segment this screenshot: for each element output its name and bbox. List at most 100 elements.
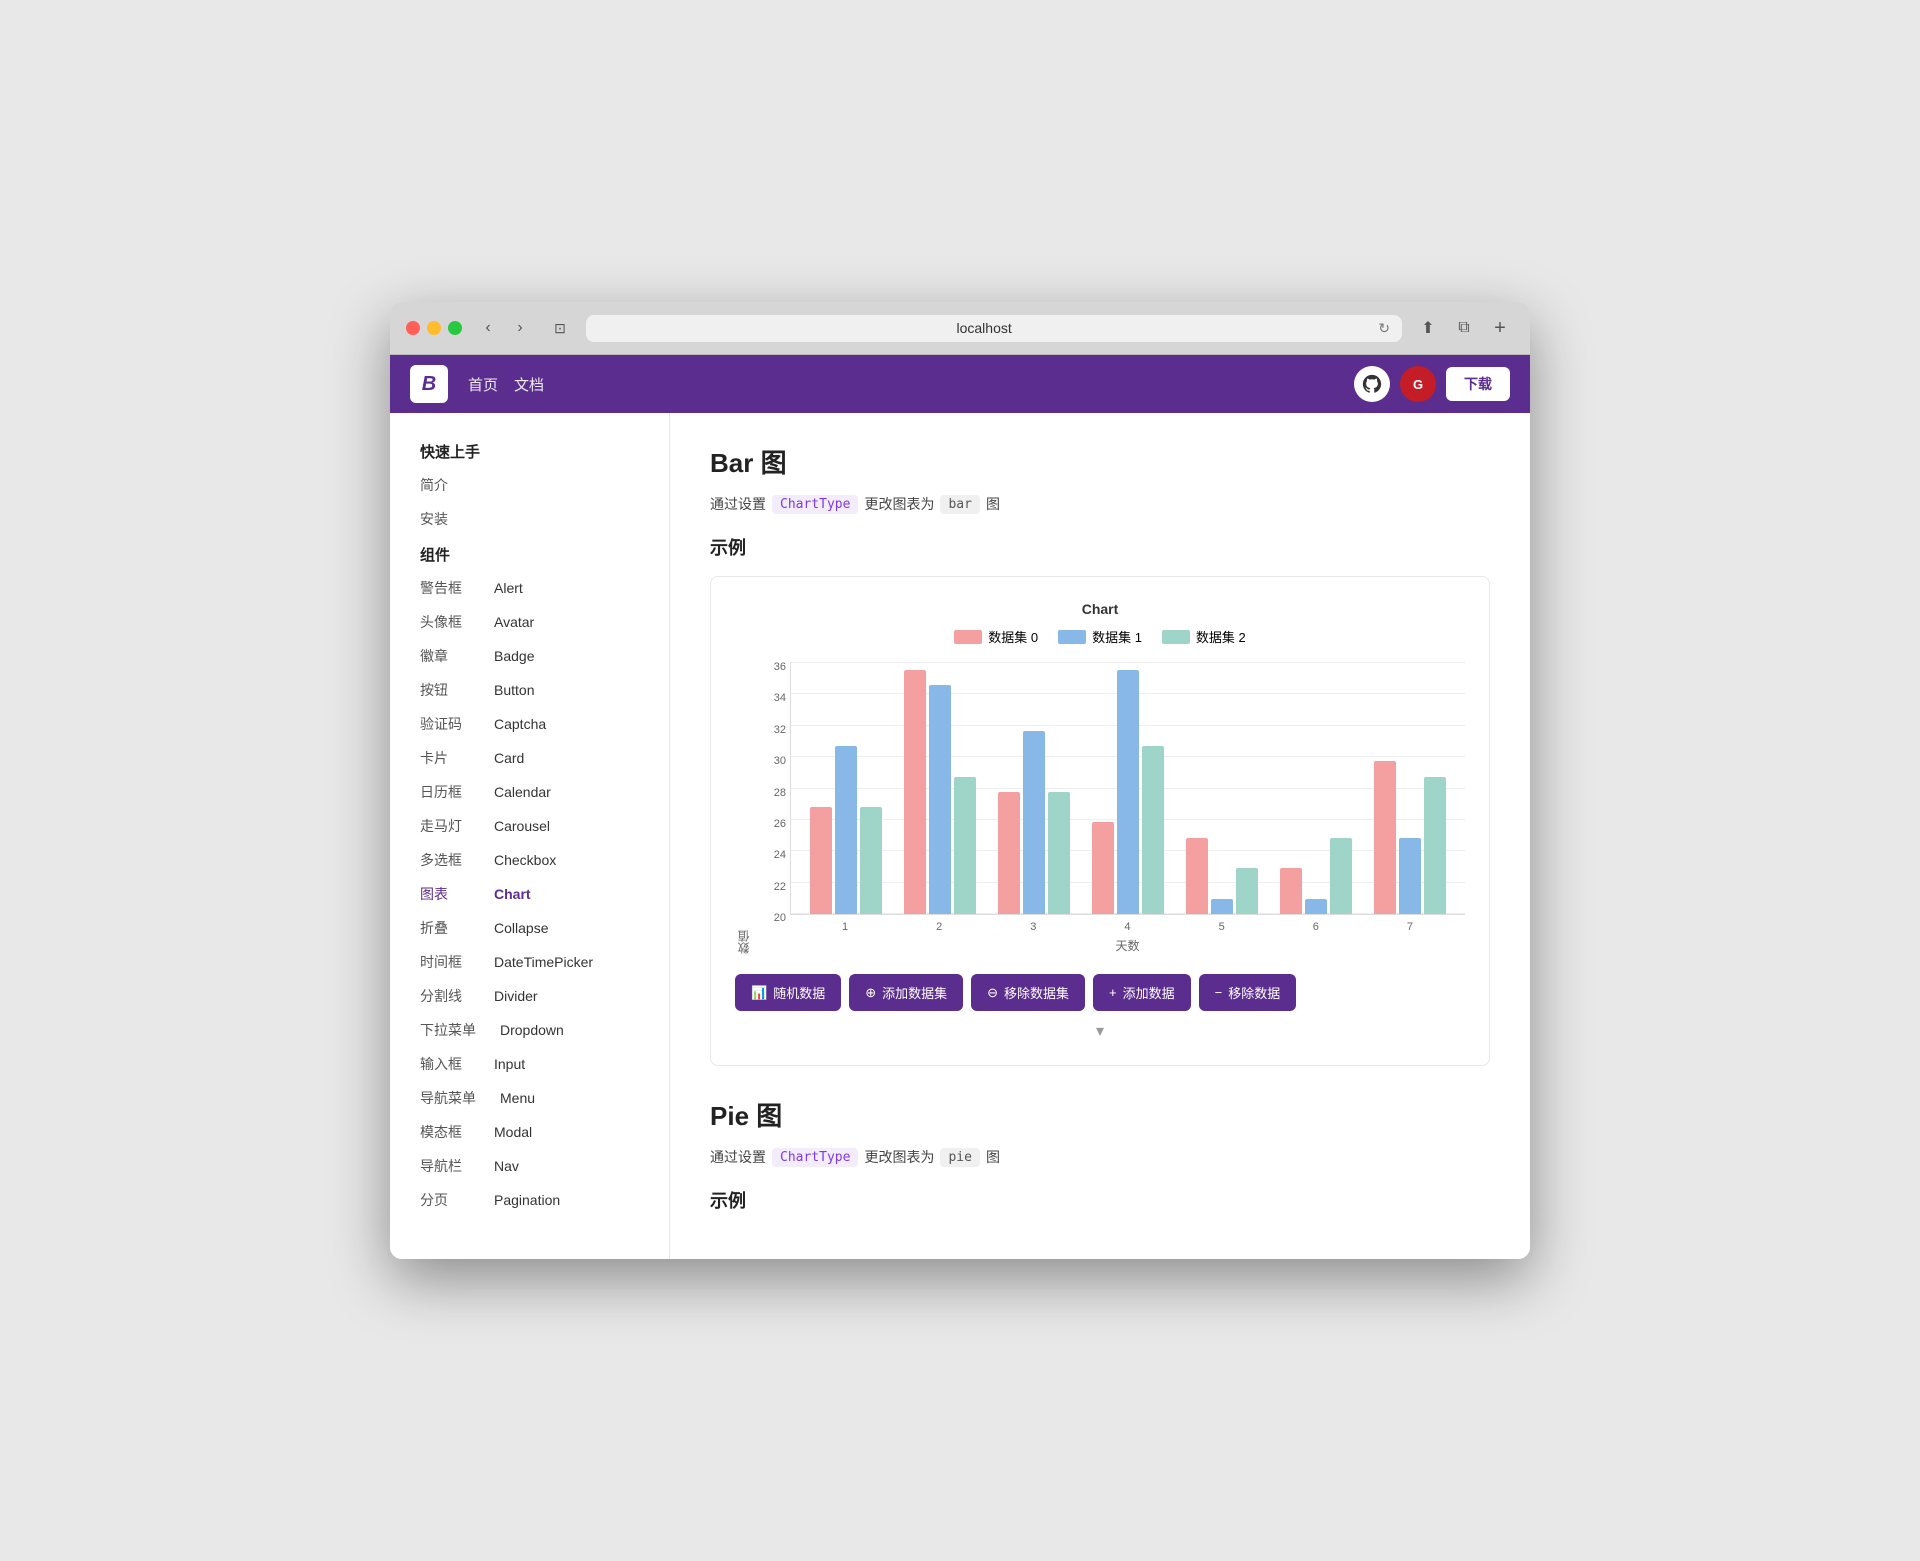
nav-arrows: ‹ › (474, 314, 534, 342)
bar (1236, 868, 1258, 914)
remove-data-button[interactable]: − 移除数据 (1199, 974, 1297, 1011)
app-body: 快速上手 简介 安装 组件 警告框 Alert 头像框 Avatar 徽章 (390, 413, 1530, 1259)
add-dataset-icon: ⊕ (865, 985, 876, 1001)
remove-dataset-icon: ⊖ (987, 985, 998, 1001)
sidebar-item-card[interactable]: 卡片 Card (390, 741, 669, 775)
bar-group (893, 670, 987, 914)
x-axis-label: 2 (892, 921, 986, 933)
address-bar[interactable] (598, 320, 1370, 336)
chevron-down-icon: ▾ (1096, 1021, 1104, 1041)
y-axis-label: 22 (758, 882, 786, 893)
sidebar-item-alert[interactable]: 警告框 Alert (390, 571, 669, 605)
y-axis-label: 24 (758, 850, 786, 861)
app: B 首页 文档 G 下载 快速上手 (390, 355, 1530, 1259)
bar (1117, 670, 1139, 914)
sidebar-item-divider[interactable]: 分割线 Divider (390, 979, 669, 1013)
bar-example-title: 示例 (710, 534, 1490, 560)
x-axis-label: 1 (798, 921, 892, 933)
traffic-lights (406, 321, 462, 335)
sidebar-item-input[interactable]: 输入框 Input (390, 1047, 669, 1081)
forward-button[interactable]: › (506, 314, 534, 342)
sidebar-item-datetimepicker[interactable]: 时间框 DateTimePicker (390, 945, 669, 979)
collapse-arrow[interactable]: ▾ (735, 1021, 1465, 1041)
chart-area: Chart 数据集 0 数据集 1 (735, 601, 1465, 954)
github-icon[interactable] (1354, 366, 1390, 402)
bar (954, 777, 976, 914)
sidebar-item-calendar[interactable]: 日历框 Calendar (390, 775, 669, 809)
sidebar: 快速上手 简介 安装 组件 警告框 Alert 头像框 Avatar 徽章 (390, 413, 670, 1259)
gitee-icon[interactable]: G (1400, 366, 1436, 402)
pie-desc-suffix: 图 (986, 1147, 1000, 1167)
y-axis-label: 34 (758, 693, 786, 704)
tab-icon-button[interactable]: ⊡ (546, 314, 574, 342)
pie-type-code: pie (940, 1148, 979, 1167)
chart-wrapper: 数值 202224262830323436 (735, 662, 1465, 954)
bar (860, 807, 882, 914)
share-button[interactable]: ⬆ (1414, 314, 1442, 342)
sidebar-item-captcha[interactable]: 验证码 Captcha (390, 707, 669, 741)
remove-dataset-label: 移除数据集 (1004, 983, 1069, 1002)
legend-label-1: 数据集 1 (1092, 627, 1142, 646)
sidebar-item-checkbox[interactable]: 多选框 Checkbox (390, 843, 669, 877)
logo: B (410, 365, 448, 403)
bar (998, 792, 1020, 914)
x-axis-label: 7 (1363, 921, 1457, 933)
sidebar-item-pagination[interactable]: 分页 Pagination (390, 1183, 669, 1217)
download-button[interactable]: 下载 (1446, 367, 1510, 401)
bar (1092, 822, 1114, 914)
sidebar-item-nav[interactable]: 导航栏 Nav (390, 1149, 669, 1183)
duplicate-button[interactable]: ⧉ (1450, 314, 1478, 342)
sidebar-item-dropdown[interactable]: 下拉菜单 Dropdown (390, 1013, 669, 1047)
chart-inner: 1234567 天数 (790, 662, 1465, 954)
add-data-button[interactable]: + 添加数据 (1093, 974, 1191, 1011)
random-data-button[interactable]: 📊 随机数据 (735, 974, 841, 1011)
remove-data-label: 移除数据 (1228, 983, 1280, 1002)
y-axis-label: 20 (758, 913, 786, 924)
reload-button[interactable]: ↻ (1378, 320, 1390, 337)
grid-line (791, 662, 1465, 663)
nav-docs[interactable]: 文档 (514, 374, 544, 395)
sidebar-item-modal[interactable]: 模态框 Modal (390, 1115, 669, 1149)
y-axis-label: 36 (758, 662, 786, 673)
remove-dataset-button[interactable]: ⊖ 移除数据集 (971, 974, 1085, 1011)
sidebar-item-collapse[interactable]: 折叠 Collapse (390, 911, 669, 945)
sidebar-item-menu[interactable]: 导航菜单 Menu (390, 1081, 669, 1115)
sidebar-item-avatar[interactable]: 头像框 Avatar (390, 605, 669, 639)
bar (1023, 731, 1045, 914)
x-axis-label: 5 (1175, 921, 1269, 933)
app-header: B 首页 文档 G 下载 (390, 355, 1530, 413)
close-traffic-light[interactable] (406, 321, 420, 335)
maximize-traffic-light[interactable] (448, 321, 462, 335)
back-button[interactable]: ‹ (474, 314, 502, 342)
sidebar-item-badge[interactable]: 徽章 Badge (390, 639, 669, 673)
x-axis-label: 4 (1080, 921, 1174, 933)
nav-home[interactable]: 首页 (468, 374, 498, 395)
sidebar-item-install[interactable]: 安装 (390, 502, 669, 536)
bar (929, 685, 951, 914)
new-tab-button[interactable]: + (1486, 314, 1514, 342)
bar (1374, 761, 1396, 914)
legend-color-1 (1058, 630, 1086, 644)
bar (1399, 838, 1421, 914)
legend-item-0: 数据集 0 (954, 627, 1038, 646)
sidebar-section-components: 组件 (390, 536, 669, 571)
y-axis-labels: 202224262830323436 (758, 662, 786, 954)
minimize-traffic-light[interactable] (427, 321, 441, 335)
sidebar-section-quickstart: 快速上手 (390, 433, 669, 468)
main-content: Bar 图 通过设置 ChartType 更改图表为 bar 图 示例 Char… (670, 413, 1530, 1259)
sidebar-item-button[interactable]: 按钮 Button (390, 673, 669, 707)
chart-container: Chart 数据集 0 数据集 1 (710, 576, 1490, 1066)
sidebar-item-chart[interactable]: 图表 Chart (390, 877, 669, 911)
legend-label-0: 数据集 0 (988, 627, 1038, 646)
sidebar-item-intro[interactable]: 简介 (390, 468, 669, 502)
y-axis-label: 30 (758, 756, 786, 767)
add-dataset-button[interactable]: ⊕ 添加数据集 (849, 974, 963, 1011)
x-axis-labels: 1234567 (790, 921, 1465, 933)
pie-example-title: 示例 (710, 1187, 1490, 1213)
y-axis-label: 28 (758, 788, 786, 799)
bar (1330, 838, 1352, 914)
sidebar-item-carousel[interactable]: 走马灯 Carousel (390, 809, 669, 843)
browser-actions: ⬆ ⧉ + (1414, 314, 1514, 342)
pie-section-title: Pie 图 (710, 1096, 1490, 1133)
bar-desc: 通过设置 ChartType 更改图表为 bar 图 (710, 494, 1490, 514)
